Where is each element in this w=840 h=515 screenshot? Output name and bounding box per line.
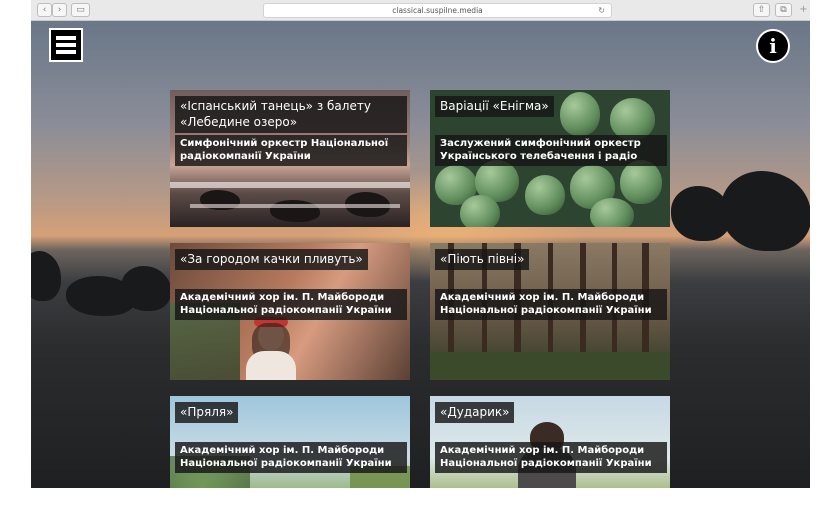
tabs-icon: ⧉	[780, 5, 787, 15]
card-performer: Академічний хор ім. П. Майбороди Націона…	[175, 442, 407, 473]
share-button[interactable]: ⇧	[753, 3, 770, 17]
card-title: «Піють півні»	[435, 249, 530, 270]
reload-icon[interactable]: ↻	[598, 4, 605, 17]
track-card[interactable]: «Пряля» Академічний хор ім. П. Майбороди…	[170, 396, 410, 488]
track-card[interactable]: «Дударик» Академічний хор ім. П. Майборо…	[430, 396, 670, 488]
track-card[interactable]: «За городом качки пливуть» Академічний х…	[170, 243, 410, 380]
sidebar-toggle-button[interactable]: ▭	[71, 3, 90, 17]
share-icon: ⇧	[757, 5, 766, 15]
background-rock	[671, 186, 731, 241]
new-tab-button[interactable]: +	[797, 3, 810, 16]
sidebar-icon: ▭	[76, 5, 85, 15]
track-card[interactable]: «Іспанський танець» з балету «Лебедине о…	[170, 90, 410, 227]
card-performer: Академічний хор ім. П. Майбороди Націона…	[175, 289, 407, 320]
card-performer: Заслужений симфонічний оркестр Українськ…	[435, 135, 667, 166]
menu-button[interactable]	[49, 28, 83, 62]
background-rock	[721, 171, 810, 251]
card-title: «Дударик»	[435, 402, 515, 423]
page-background: i «Іспанський танець» з балету «Лебедине…	[31, 21, 810, 488]
background-rock	[31, 251, 61, 301]
back-button[interactable]: ‹	[37, 3, 52, 17]
card-performer: Академічний хор ім. П. Майбороди Націона…	[435, 289, 667, 320]
card-title: «За городом качки пливуть»	[175, 249, 368, 270]
url-text: classical.suspilne.media	[392, 6, 483, 15]
background-rock	[121, 266, 171, 311]
info-icon: i	[769, 34, 777, 58]
track-card[interactable]: «Піють півні» Академічний хор ім. П. Май…	[430, 243, 670, 380]
browser-toolbar: ‹ › ▭ classical.suspilne.media ↻ ⇧ ⧉	[31, 0, 810, 21]
tabs-overview-button[interactable]: ⧉	[775, 3, 792, 17]
card-title: «Пряля»	[175, 402, 239, 423]
card-title: «Іспанський танець» з балету «Лебедине о…	[175, 96, 407, 133]
track-card[interactable]: Варіації «Енігма» Заслужений симфонічний…	[430, 90, 670, 227]
info-button[interactable]: i	[756, 29, 790, 63]
forward-button[interactable]: ›	[52, 3, 67, 17]
address-bar[interactable]: classical.suspilne.media ↻	[263, 3, 612, 18]
chevron-left-icon: ‹	[42, 5, 47, 15]
chevron-right-icon: ›	[57, 5, 62, 15]
plus-icon: +	[799, 4, 808, 15]
card-title: Варіації «Енігма»	[435, 96, 554, 117]
card-performer: Симфонічний оркестр Національної радіоко…	[175, 135, 407, 166]
card-performer: Академічний хор ім. П. Майбороди Націона…	[435, 442, 667, 473]
